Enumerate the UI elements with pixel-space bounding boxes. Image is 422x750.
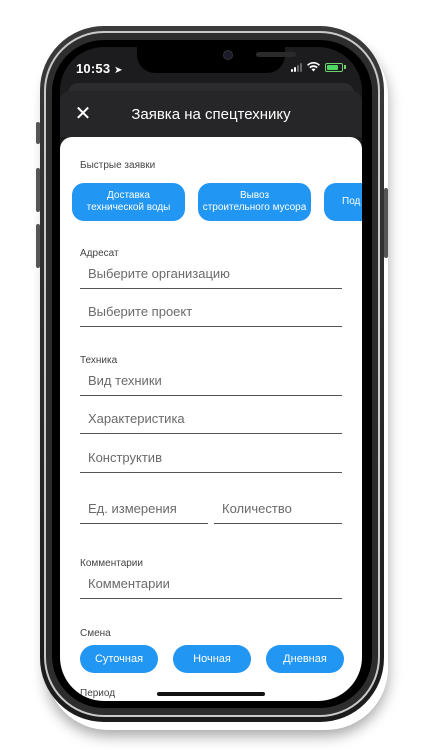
front-camera [223, 50, 233, 60]
battery-icon [325, 62, 343, 72]
volume-down-button [36, 224, 40, 268]
period-label: Период [80, 688, 116, 699]
shift-daily-button[interactable]: Суточная [80, 645, 158, 673]
quick-chip-third[interactable]: Под [324, 183, 362, 221]
comments-input[interactable] [80, 569, 342, 598]
quick-requests-list[interactable]: Доставка технической воды Вывоз строител… [72, 183, 362, 221]
unit-input[interactable] [80, 494, 208, 523]
design-input[interactable] [80, 443, 342, 472]
wifi-icon [307, 62, 320, 72]
quick-chip-label: Под [342, 196, 361, 207]
status-time-text: 10:53 [76, 61, 111, 76]
equipment-type-input[interactable] [80, 366, 342, 395]
design-field[interactable] [80, 443, 342, 473]
app-header: ✕ Заявка на спецтехнику [60, 91, 362, 137]
shift-night-button[interactable]: Ночная [173, 645, 251, 673]
power-button [384, 188, 388, 258]
comments-field[interactable] [80, 569, 342, 599]
characteristic-field[interactable] [80, 404, 342, 434]
notch [137, 47, 296, 73]
comments-label: Комментарии [80, 558, 143, 569]
speaker-grille [256, 52, 296, 57]
quantity-field[interactable] [214, 494, 342, 524]
project-input[interactable] [80, 297, 342, 326]
characteristic-input[interactable] [80, 404, 342, 433]
home-indicator[interactable] [157, 692, 265, 696]
quick-chip-label: Доставка технической воды [86, 190, 171, 213]
unit-field[interactable] [80, 494, 208, 524]
mute-switch [36, 122, 40, 144]
page-title: Заявка на спецтехнику [131, 106, 291, 123]
equipment-type-field[interactable] [80, 366, 342, 396]
addressee-label: Адресат [80, 248, 119, 259]
organization-input[interactable] [80, 259, 342, 288]
shift-label: Смена [80, 628, 111, 639]
shift-day-button[interactable]: Дневная [266, 645, 344, 673]
phone-screen: 10:53 ➤ ✕ Заявка на спецтехнику Быстрые … [60, 47, 362, 701]
organization-field[interactable] [80, 259, 342, 289]
form-sheet: Быстрые заявки Доставка технической воды… [60, 137, 362, 701]
volume-up-button [36, 168, 40, 212]
quick-chip-water[interactable]: Доставка технической воды [72, 183, 185, 221]
quick-chip-debris[interactable]: Вывоз строительного мусора [198, 183, 311, 221]
shift-options: Суточная Ночная Дневная [80, 645, 344, 673]
equipment-label: Техника [80, 355, 118, 366]
cellular-signal-icon [291, 62, 302, 72]
status-icons [291, 62, 346, 72]
project-field[interactable] [80, 297, 342, 327]
location-arrow-icon: ➤ [114, 65, 123, 76]
status-time: 10:53 ➤ [76, 61, 123, 76]
quick-chip-label: Вывоз строительного мусора [202, 190, 307, 213]
quantity-input[interactable] [214, 494, 342, 523]
battery-nub [344, 65, 346, 69]
quick-requests-label: Быстрые заявки [80, 160, 156, 171]
